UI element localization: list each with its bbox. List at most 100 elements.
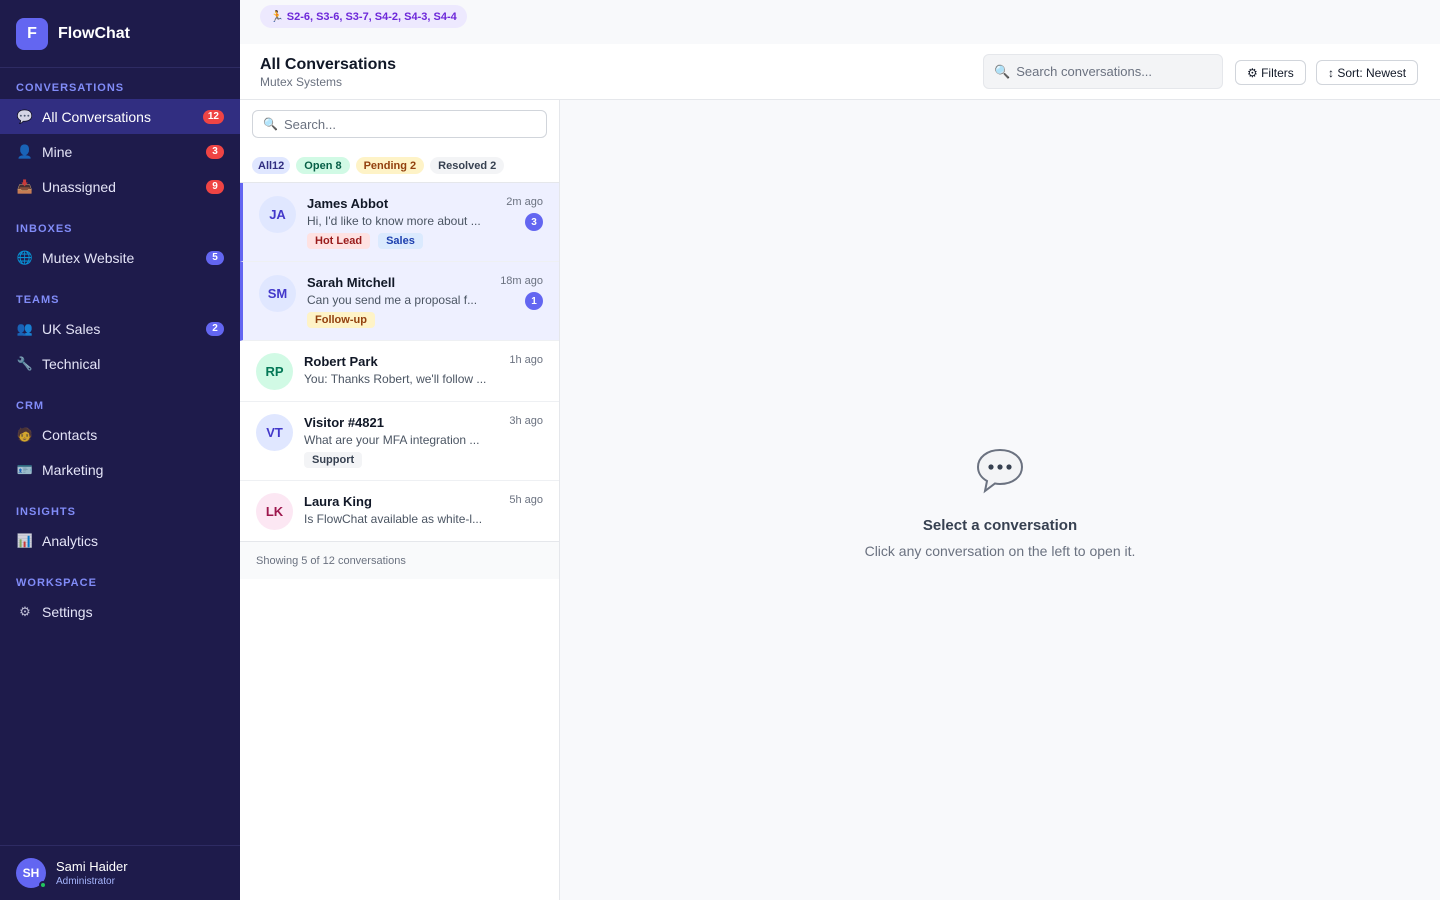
conversation-item[interactable]: JA James Abbot Hi, I'd like to know more… (240, 183, 559, 262)
search-placeholder: Search conversations... (1016, 64, 1153, 79)
bar-chart-icon: 📊 (16, 532, 34, 548)
page-subtitle: Mutex Systems (260, 75, 343, 89)
sidebar-item-label: Marketing (42, 461, 104, 478)
filter-chip-open[interactable]: Open 8 (296, 157, 350, 174)
sidebar-item-label: Contacts (42, 426, 98, 443)
page-title: All Conversations (260, 56, 397, 73)
filter-chip-resolved[interactable]: Resolved 2 (430, 157, 505, 174)
message-preview: Hi, I'd like to know more about ... (307, 214, 481, 228)
tag-hot-lead: Hot Lead (307, 233, 371, 249)
section-label-inboxes: INBOXES (16, 223, 73, 235)
sidebar-item-settings[interactable]: ⚙ Settings (0, 594, 240, 629)
conversation-item[interactable]: VT Visitor #4821 What are your MFA integ… (240, 402, 559, 481)
list-search-input[interactable]: 🔍 Search... (252, 110, 547, 138)
unread-badge: 3 (525, 213, 543, 231)
sidebar-item-contacts[interactable]: 🧑 Contacts (0, 417, 240, 452)
avatar: SM (259, 275, 296, 312)
section-label-workspace: WORKSPACE (16, 577, 97, 589)
contact-name: James Abbot (307, 196, 389, 211)
contact-name: Laura King (304, 494, 372, 509)
page-header: All Conversations Mutex Systems 🔍 Search… (240, 44, 1440, 100)
conversation-list: JA James Abbot Hi, I'd like to know more… (240, 182, 559, 542)
sidebar-item-analytics[interactable]: 📊 Analytics (0, 523, 240, 558)
app-logo: F (16, 17, 48, 50)
sidebar-item-all-conversations[interactable]: 💬 All Conversations 12 (0, 99, 240, 134)
conversation-item[interactable]: SM Sarah Mitchell Can you send me a prop… (240, 262, 559, 341)
search-icon: 🔍 (994, 63, 1011, 79)
count-badge: 2 (206, 321, 224, 336)
sidebar-item-uk-sales[interactable]: 👥 UK Sales 2 (0, 311, 240, 346)
contact-name: Robert Park (304, 354, 378, 369)
sidebar-item-label: Unassigned (42, 178, 116, 195)
search-conversations-input[interactable]: 🔍 Search conversations... (983, 54, 1223, 89)
user-role: Administrator (56, 876, 115, 887)
timestamp: 2m ago (506, 196, 543, 208)
brand[interactable]: F FlowChat (0, 0, 240, 68)
conversation-list-panel: 🔍 Search... All12 Open 8 Pending 2 Resol… (240, 100, 560, 900)
count-badge: 5 (206, 250, 224, 265)
story-badge: 🏃 S2-6, S3-6, S3-7, S4-2, S4-3, S4-4 (260, 5, 467, 28)
tag-list: Follow-up (307, 312, 375, 328)
conversation-detail-empty-state: Select a conversation Click any conversa… (560, 100, 1440, 900)
id-card-icon: 🪪 (16, 461, 34, 477)
people-icon: 👥 (16, 320, 34, 336)
empty-state-text: Click any conversation on the left to op… (864, 543, 1136, 559)
message-preview: You: Thanks Robert, we'll follow ... (304, 372, 487, 386)
sidebar-item-mine[interactable]: 👤 Mine 3 (0, 134, 240, 169)
unread-badge: 1 (525, 292, 543, 310)
avatar: RP (256, 353, 293, 390)
message-preview: What are your MFA integration ... (304, 433, 480, 447)
list-footer: Showing 5 of 12 conversations (240, 541, 559, 579)
sidebar-item-unassigned[interactable]: 📥 Unassigned 9 (0, 169, 240, 204)
avatar: SH (16, 858, 47, 889)
tag-list: Hot Lead Sales (307, 233, 423, 249)
contact-name: Sarah Mitchell (307, 275, 396, 290)
tag-follow-up: Follow-up (307, 312, 375, 328)
sidebar-item-label: Settings (42, 603, 93, 620)
conversation-item[interactable]: RP Robert Park You: Thanks Robert, we'll… (240, 341, 559, 402)
timestamp: 3h ago (509, 415, 543, 427)
avatar: LK (256, 493, 293, 530)
chat-bubble-icon: 💬 (16, 108, 34, 124)
filters-button[interactable]: ⚙ Filters (1235, 60, 1306, 85)
person-icon: 👤 (16, 143, 34, 159)
contact-person-icon: 🧑 (16, 426, 34, 442)
sidebar-item-label: Analytics (42, 532, 99, 549)
sidebar-item-technical[interactable]: 🔧 Technical (0, 346, 240, 381)
user-name: Sami Haider (56, 859, 128, 874)
count-badge: 9 (206, 179, 224, 194)
current-user[interactable]: SH Sami Haider Administrator (0, 845, 240, 900)
timestamp: 18m ago (500, 275, 543, 287)
sidebar: F FlowChat CONVERSATIONS 💬 All Conversat… (0, 0, 240, 900)
section-label-teams: TEAMS (16, 294, 60, 306)
section-label-crm: CRM (16, 400, 45, 412)
sidebar-item-label: UK Sales (42, 320, 101, 337)
wrench-icon: 🔧 (16, 355, 34, 371)
sidebar-item-mutex-website[interactable]: 🌐 Mutex Website 5 (0, 240, 240, 275)
count-badge: 3 (206, 144, 224, 159)
globe-icon: 🌐 (16, 249, 34, 265)
sidebar-item-label: Technical (42, 355, 101, 372)
count-badge: 12 (202, 109, 224, 124)
sidebar-item-label: All Conversations (42, 108, 151, 125)
contact-name: Visitor #4821 (304, 415, 384, 430)
section-label-conversations: CONVERSATIONS (16, 82, 125, 94)
sort-button[interactable]: ↕ Sort: Newest (1316, 60, 1419, 85)
sidebar-item-marketing[interactable]: 🪪 Marketing (0, 452, 240, 487)
status-filter-chips: All12 Open 8 Pending 2 Resolved 2 (252, 157, 505, 174)
conversation-item[interactable]: LK Laura King Is FlowChat available as w… (240, 481, 559, 542)
sidebar-item-label: Mutex Website (42, 249, 135, 266)
filter-chip-all[interactable]: All12 (252, 157, 291, 174)
avatar: VT (256, 414, 293, 451)
tag-sales: Sales (378, 233, 423, 249)
search-icon: 🔍 (263, 117, 278, 131)
tag-support: Support (304, 452, 363, 468)
message-preview: Is FlowChat available as white-l... (304, 512, 483, 526)
story-bar: 🏃 S2-6, S3-6, S3-7, S4-2, S4-3, S4-4 (240, 0, 1440, 44)
timestamp: 5h ago (509, 494, 543, 506)
filter-chip-pending[interactable]: Pending 2 (355, 157, 425, 174)
avatar-initials: SH (22, 866, 40, 880)
message-preview: Can you send me a proposal f... (307, 293, 478, 307)
gear-icon: ⚙ (19, 603, 31, 619)
sidebar-item-label: Mine (42, 143, 73, 160)
